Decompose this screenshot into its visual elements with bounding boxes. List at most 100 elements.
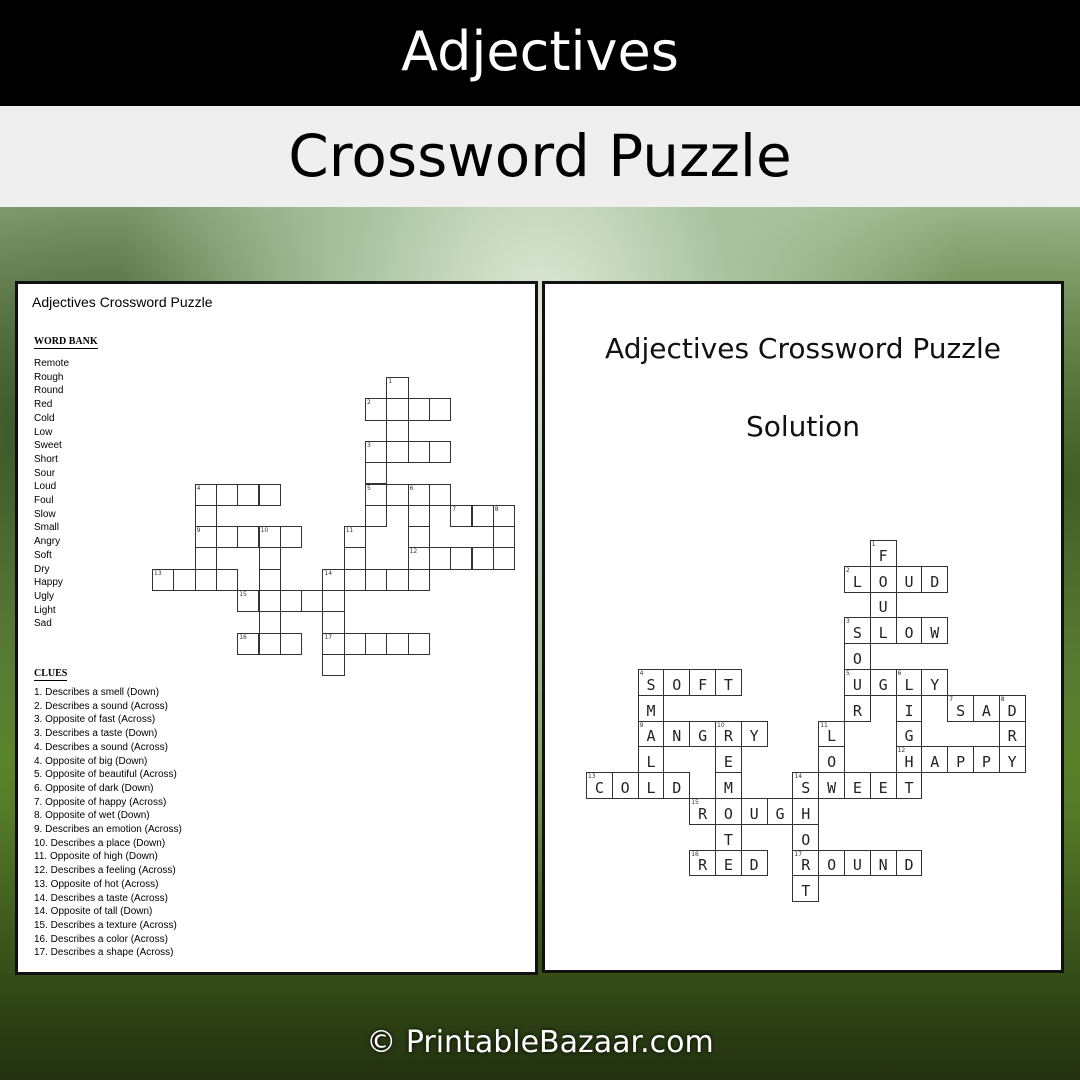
- clue-item: 4. Opposite of big (Down): [34, 755, 148, 767]
- grid-cell[interactable]: 8: [492, 504, 516, 528]
- grid-cell[interactable]: 12: [407, 547, 430, 570]
- grid-cell[interactable]: [386, 632, 409, 655]
- grid-cell[interactable]: [407, 526, 430, 549]
- solution-letter: S: [852, 624, 862, 643]
- grid-cell[interactable]: [386, 419, 409, 442]
- grid-cell[interactable]: [301, 590, 324, 613]
- grid-cell[interactable]: 10: [258, 526, 281, 549]
- grid-cell[interactable]: [471, 504, 494, 528]
- clue-item: 14. Describes a taste (Across): [34, 892, 168, 904]
- grid-cell: F: [689, 669, 716, 696]
- grid-cell[interactable]: [258, 632, 281, 655]
- grid-cell[interactable]: [258, 568, 281, 591]
- grid-cell[interactable]: [365, 504, 388, 528]
- grid-cell[interactable]: [279, 526, 303, 549]
- grid-cell[interactable]: [407, 440, 430, 464]
- grid-cell[interactable]: [279, 632, 303, 655]
- grid-cell[interactable]: [279, 590, 303, 613]
- grid-cell[interactable]: [407, 398, 430, 421]
- grid-cell[interactable]: [365, 568, 388, 591]
- solution-letter: T: [801, 882, 811, 901]
- solution-letter: G: [775, 804, 785, 823]
- grid-cell[interactable]: [194, 547, 217, 570]
- grid-cell[interactable]: [194, 504, 217, 528]
- grid-cell: W: [818, 772, 845, 799]
- grid-cell[interactable]: 16: [237, 632, 260, 655]
- grid-cell: W: [921, 617, 949, 645]
- grid-cell[interactable]: [386, 398, 409, 421]
- grid-cell[interactable]: [173, 568, 196, 591]
- grid-cell[interactable]: [343, 568, 366, 591]
- solution-letter: E: [878, 778, 888, 797]
- grid-cell[interactable]: 15: [237, 590, 260, 613]
- word-bank-item: Sour: [34, 467, 56, 479]
- grid-cell[interactable]: [365, 632, 388, 655]
- grid-cell[interactable]: [215, 483, 239, 506]
- solution-letter: N: [878, 856, 888, 875]
- clue-number: 10: [260, 527, 269, 535]
- grid-cell[interactable]: 5: [365, 483, 388, 506]
- grid-cell: O: [611, 772, 639, 799]
- grid-cell[interactable]: [407, 504, 430, 528]
- grid-cell[interactable]: [258, 483, 281, 506]
- grid-cell[interactable]: [492, 547, 516, 570]
- solution-letter: Y: [749, 727, 759, 746]
- grid-cell[interactable]: 9: [194, 526, 217, 549]
- grid-cell[interactable]: [428, 440, 452, 464]
- grid-cell: N: [663, 720, 691, 748]
- grid-cell[interactable]: [365, 462, 388, 485]
- solution-letter: S: [801, 778, 811, 797]
- grid-cell[interactable]: [322, 611, 345, 634]
- solution-letter: F: [698, 675, 708, 694]
- grid-cell[interactable]: [237, 526, 260, 549]
- grid-cell[interactable]: 4: [194, 483, 217, 506]
- grid-cell[interactable]: [258, 547, 281, 570]
- grid-cell[interactable]: [343, 547, 366, 570]
- clue-item: 13. Opposite of hot (Across): [34, 878, 159, 890]
- solution-letter: A: [930, 753, 940, 772]
- grid-cell[interactable]: [258, 611, 281, 634]
- grid-cell[interactable]: [407, 568, 430, 591]
- solution-letter: O: [801, 830, 811, 849]
- grid-cell[interactable]: [258, 590, 281, 613]
- solution-letter: T: [723, 675, 733, 694]
- grid-cell[interactable]: [237, 483, 260, 506]
- grid-cell[interactable]: 11: [343, 526, 366, 549]
- grid-cell[interactable]: [386, 483, 409, 506]
- grid-cell[interactable]: [471, 547, 494, 570]
- grid-cell[interactable]: [386, 568, 409, 591]
- grid-cell[interactable]: [428, 398, 452, 421]
- grid-cell[interactable]: [322, 590, 345, 613]
- grid-cell: R: [844, 694, 871, 722]
- grid-cell: E: [844, 772, 871, 799]
- grid-cell: 6L: [895, 669, 923, 696]
- word-bank-item: Small: [34, 522, 60, 534]
- grid-cell[interactable]: [215, 526, 239, 549]
- grid-cell: E: [715, 849, 742, 877]
- grid-cell[interactable]: 13: [152, 568, 175, 591]
- grid-cell[interactable]: 14: [322, 568, 345, 591]
- grid-cell[interactable]: [194, 568, 217, 591]
- solution-subtitle: Solution: [745, 410, 861, 443]
- grid-cell[interactable]: [343, 632, 366, 655]
- grid-cell[interactable]: [407, 632, 430, 655]
- solution-letter: R: [723, 727, 733, 746]
- grid-cell[interactable]: 6: [407, 483, 430, 506]
- grid-cell[interactable]: 17: [322, 632, 345, 655]
- grid-cell[interactable]: 3: [365, 440, 388, 464]
- solution-letter: O: [723, 804, 733, 823]
- grid-cell[interactable]: [322, 653, 345, 677]
- grid-cell[interactable]: 7: [450, 504, 473, 528]
- grid-cell[interactable]: [450, 547, 473, 570]
- grid-cell[interactable]: [428, 483, 452, 506]
- grid-cell[interactable]: [492, 526, 516, 549]
- grid-cell: U: [895, 565, 923, 593]
- grid-cell[interactable]: 2: [365, 398, 388, 421]
- clue-item: 12. Describes a feeling (Across): [34, 865, 176, 877]
- solution-letter: Y: [930, 675, 940, 694]
- grid-cell[interactable]: [386, 440, 409, 464]
- grid-cell[interactable]: [215, 568, 239, 591]
- grid-cell[interactable]: [428, 547, 452, 570]
- grid-cell[interactable]: 1: [386, 377, 409, 400]
- grid-cell: 10 R: [715, 720, 742, 748]
